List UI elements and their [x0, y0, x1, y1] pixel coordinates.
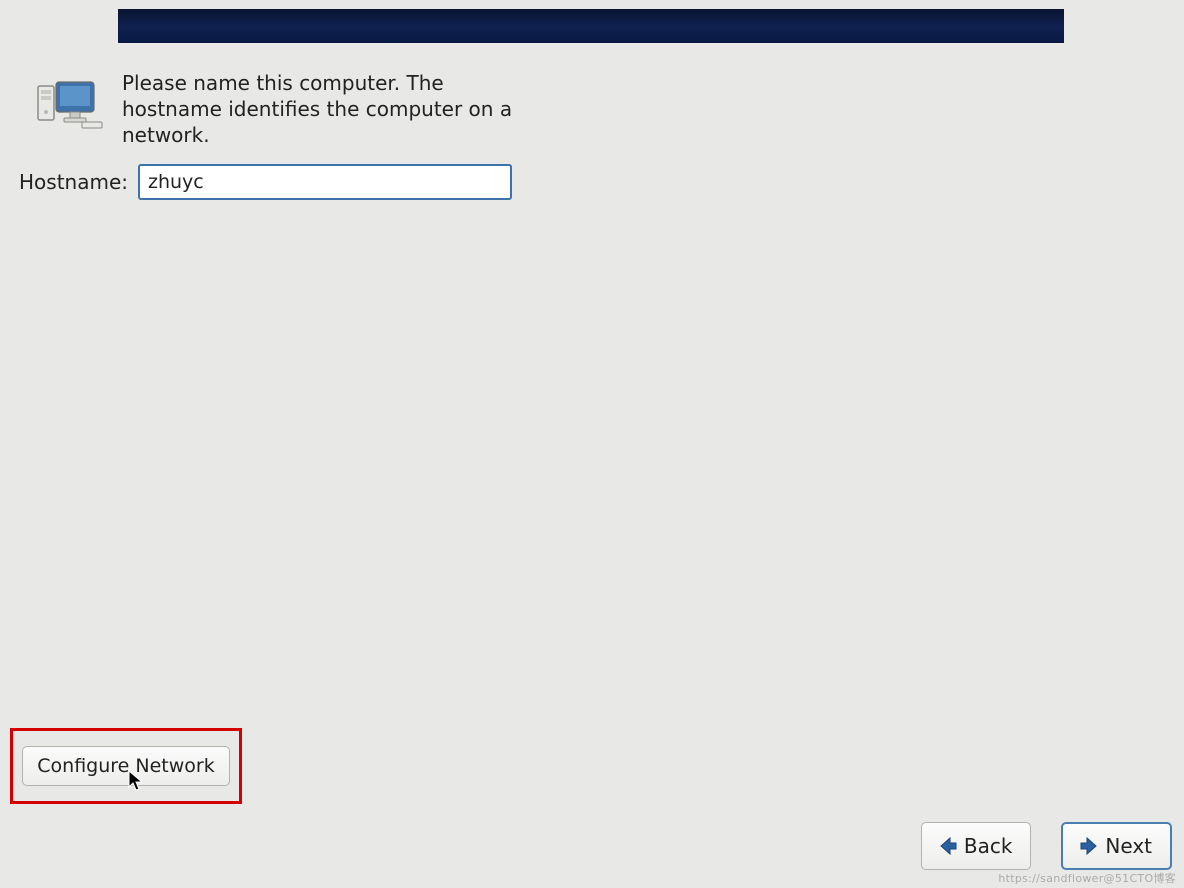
hostname-row: Hostname:	[19, 164, 512, 200]
description-text: Please name this computer. The hostname …	[122, 70, 522, 148]
hostname-input[interactable]	[138, 164, 512, 200]
configure-network-button[interactable]: Configure Network	[22, 746, 230, 786]
back-button-label: Back	[964, 834, 1013, 858]
computer-network-icon	[36, 80, 104, 130]
description-row: Please name this computer. The hostname …	[36, 70, 636, 148]
nav-buttons: Back Next	[921, 822, 1172, 870]
configure-network-highlight: Configure Network	[10, 728, 242, 804]
watermark-text: https://sandflower@51CTO博客	[998, 870, 1176, 886]
next-button-label: Next	[1105, 834, 1152, 858]
arrow-left-icon	[936, 834, 960, 858]
header-banner	[118, 9, 1064, 43]
hostname-label: Hostname:	[19, 170, 128, 194]
back-button[interactable]: Back	[921, 822, 1032, 870]
arrow-right-icon	[1077, 834, 1101, 858]
next-button[interactable]: Next	[1061, 822, 1172, 870]
